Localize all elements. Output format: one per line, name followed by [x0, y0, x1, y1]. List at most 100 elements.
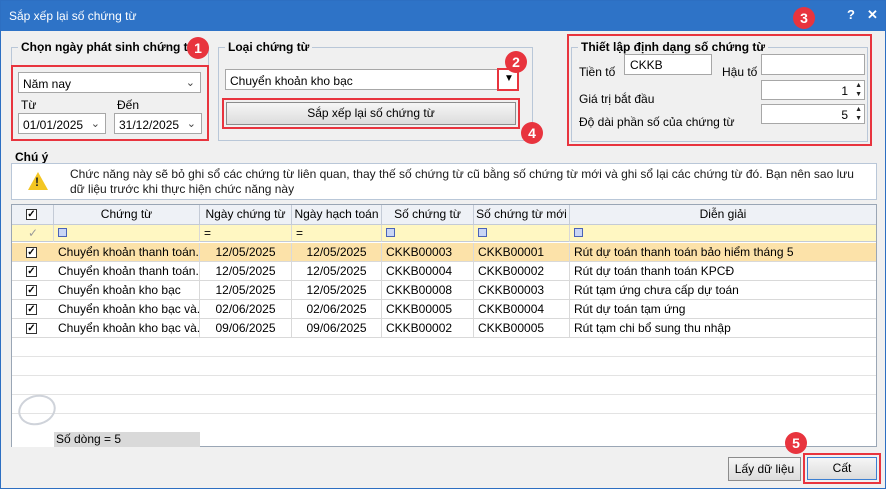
from-date-value: 01/01/2025: [23, 118, 84, 132]
calendar-chevron-icon[interactable]: ⌄: [91, 117, 100, 130]
table-row[interactable]: ✓ Chuyển khoản kho bạc và... 02/06/2025 …: [12, 300, 876, 319]
cell-new-number: CKKB00005: [474, 319, 570, 338]
cell-new-number: CKKB00004: [474, 300, 570, 319]
filter-equals[interactable]: =: [296, 226, 303, 240]
period-value: Năm nay: [23, 77, 72, 91]
empty-row: [12, 357, 876, 376]
row-count: Số dòng = 5: [54, 432, 200, 447]
cell-number: CKKB00004: [382, 262, 474, 281]
cell-new-number: CKKB00003: [474, 281, 570, 300]
start-value-stepper[interactable]: 1 ▲ ▼: [761, 80, 865, 100]
cell-type: Chuyển khoản thanh toán...: [54, 243, 200, 262]
from-date-field[interactable]: 01/01/2025 ⌄: [18, 113, 106, 134]
cell-post-date: 12/05/2025: [292, 262, 382, 281]
row-checkbox[interactable]: ✓: [26, 266, 37, 277]
filter-number[interactable]: [382, 225, 474, 242]
filter-equals[interactable]: =: [204, 226, 211, 240]
to-date-value: 31/12/2025: [119, 118, 180, 132]
sort-numbers-button[interactable]: Sắp xếp lại số chứng từ: [226, 102, 516, 125]
cell-type: Chuyển khoản kho bạc và...: [54, 300, 200, 319]
doc-type-value: Chuyển khoản kho bạc: [230, 74, 353, 88]
cell-new-number: CKKB00002: [474, 262, 570, 281]
dialog-window: Sắp xếp lại số chứng từ ? ✕ Chọn ngày ph…: [0, 0, 886, 489]
documents-grid: ✓ Chứng từ Ngày chứng từ Ngày hạch toán …: [11, 204, 877, 447]
cell-post-date: 12/05/2025: [292, 243, 382, 262]
prefix-value: CKKB: [630, 58, 663, 72]
filter-doc-date[interactable]: =: [200, 225, 292, 242]
start-value: 1: [841, 84, 848, 98]
filter-check-icon: ✓: [12, 225, 54, 242]
cell-number: CKKB00002: [382, 319, 474, 338]
filter-new-number[interactable]: [474, 225, 570, 242]
note-box: ! Chức năng này sẽ bỏ ghi sổ các chứng t…: [11, 163, 877, 200]
col-header-post-date[interactable]: Ngày hạch toán: [292, 205, 382, 225]
table-row[interactable]: ✓ Chuyển khoản thanh toán... 12/05/2025 …: [12, 262, 876, 281]
table-row[interactable]: ✓ Chuyển khoản kho bạc và... 09/06/2025 …: [12, 319, 876, 338]
cell-type: Chuyển khoản thanh toán...: [54, 262, 200, 281]
help-icon[interactable]: ?: [847, 7, 855, 22]
cell-doc-date: 12/05/2025: [200, 281, 292, 300]
cell-description: Rút tạm ứng chưa cấp dự toán: [574, 283, 739, 297]
filter-icon[interactable]: [58, 228, 67, 237]
period-select[interactable]: Năm nay ⌄: [18, 72, 201, 93]
col-header-new-number[interactable]: Số chứng từ mới: [474, 205, 570, 225]
cell-description: Rút dự toán thanh toán KPCĐ: [574, 264, 735, 278]
chevron-down-icon: ⌄: [185, 77, 195, 89]
step-badge-5: 5: [785, 432, 807, 454]
stepper-arrows-icon[interactable]: ▲ ▼: [855, 105, 862, 123]
filter-type[interactable]: [54, 225, 200, 242]
select-all-header[interactable]: ✓: [12, 205, 54, 225]
cell-new-number: CKKB00001: [474, 243, 570, 262]
table-row[interactable]: ✓ Chuyển khoản thanh toán... 12/05/2025 …: [12, 243, 876, 262]
prefix-input[interactable]: CKKB: [624, 54, 712, 75]
cell-number: CKKB00005: [382, 300, 474, 319]
col-header-doc-date[interactable]: Ngày chứng từ: [200, 205, 292, 225]
row-checkbox[interactable]: ✓: [26, 247, 37, 258]
filter-icon[interactable]: [574, 228, 583, 237]
doc-type-group-title: Loại chứng từ: [225, 40, 313, 54]
row-checkbox[interactable]: ✓: [26, 304, 37, 315]
cell-number: CKKB00008: [382, 281, 474, 300]
to-date-field[interactable]: 31/12/2025 ⌄: [114, 113, 202, 134]
to-label: Đến: [117, 98, 140, 112]
window-title: Sắp xếp lại số chứng từ: [9, 9, 137, 23]
cell-post-date: 12/05/2025: [292, 281, 382, 300]
note-text: Chức năng này sẽ bỏ ghi sổ các chứng từ …: [70, 167, 854, 196]
cell-number: CKKB00003: [382, 243, 474, 262]
select-all-checkbox[interactable]: ✓: [26, 209, 37, 220]
filter-icon[interactable]: [478, 228, 487, 237]
caret-down-icon: ▼: [504, 73, 514, 84]
filter-row: ✓ = =: [12, 225, 876, 242]
step-badge-2: 2: [505, 51, 527, 73]
step-badge-4: 4: [521, 122, 543, 144]
row-checkbox[interactable]: ✓: [26, 323, 37, 334]
empty-row: [12, 395, 876, 414]
cell-type: Chuyển khoản kho bạc: [54, 281, 200, 300]
cell-type: Chuyển khoản kho bạc và...: [54, 319, 200, 338]
filter-post-date[interactable]: =: [292, 225, 382, 242]
col-header-type[interactable]: Chứng từ: [54, 205, 200, 225]
suffix-input[interactable]: [761, 54, 865, 75]
start-value-label: Giá trị bắt đầu: [579, 92, 655, 106]
title-bar: Sắp xếp lại số chứng từ ? ✕: [1, 1, 885, 31]
empty-row: [12, 376, 876, 395]
cell-description: Rút tạm chi bổ sung thu nhập: [574, 321, 731, 335]
calendar-chevron-icon[interactable]: ⌄: [187, 117, 196, 130]
save-button[interactable]: Cất: [807, 457, 877, 480]
col-header-number[interactable]: Số chứng từ: [382, 205, 474, 225]
empty-row: [12, 338, 876, 357]
filter-icon[interactable]: [386, 228, 395, 237]
cell-doc-date: 12/05/2025: [200, 262, 292, 281]
close-icon[interactable]: ✕: [867, 7, 878, 23]
col-header-description[interactable]: Diễn giải: [570, 205, 876, 225]
table-row[interactable]: ✓ Chuyển khoản kho bạc 12/05/2025 12/05/…: [12, 281, 876, 300]
row-checkbox[interactable]: ✓: [26, 285, 37, 296]
step-badge-3: 3: [793, 7, 815, 29]
format-group-title: Thiết lập định dạng số chứng từ: [578, 40, 769, 54]
filter-description[interactable]: [570, 225, 876, 242]
cell-post-date: 09/06/2025: [292, 319, 382, 338]
number-length-stepper[interactable]: 5 ▲ ▼: [761, 104, 865, 124]
doc-type-select[interactable]: Chuyển khoản kho bạc: [225, 69, 519, 90]
stepper-arrows-icon[interactable]: ▲ ▼: [855, 81, 862, 99]
load-data-button[interactable]: Lấy dữ liệu: [728, 457, 801, 481]
